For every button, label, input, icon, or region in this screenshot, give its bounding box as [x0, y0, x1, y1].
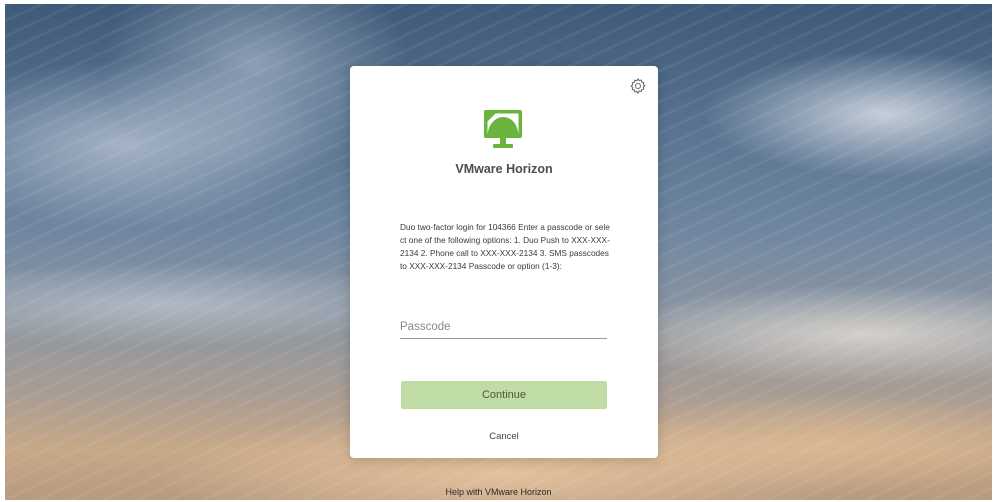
screen: VMware Horizon Duo two-factor login for … [0, 0, 997, 502]
help-link[interactable]: Help with VMware Horizon [0, 487, 997, 497]
vmware-horizon-logo-icon [481, 108, 525, 152]
continue-button[interactable]: Continue [401, 381, 607, 409]
gear-icon[interactable] [629, 77, 647, 95]
cancel-link[interactable]: Cancel [350, 431, 658, 442]
login-dialog: VMware Horizon Duo two-factor login for … [350, 66, 658, 458]
duo-instructions: Duo two-factor login for 104366 Enter a … [400, 222, 610, 271]
product-title: VMware Horizon [455, 162, 553, 176]
passcode-input[interactable] [400, 316, 607, 339]
